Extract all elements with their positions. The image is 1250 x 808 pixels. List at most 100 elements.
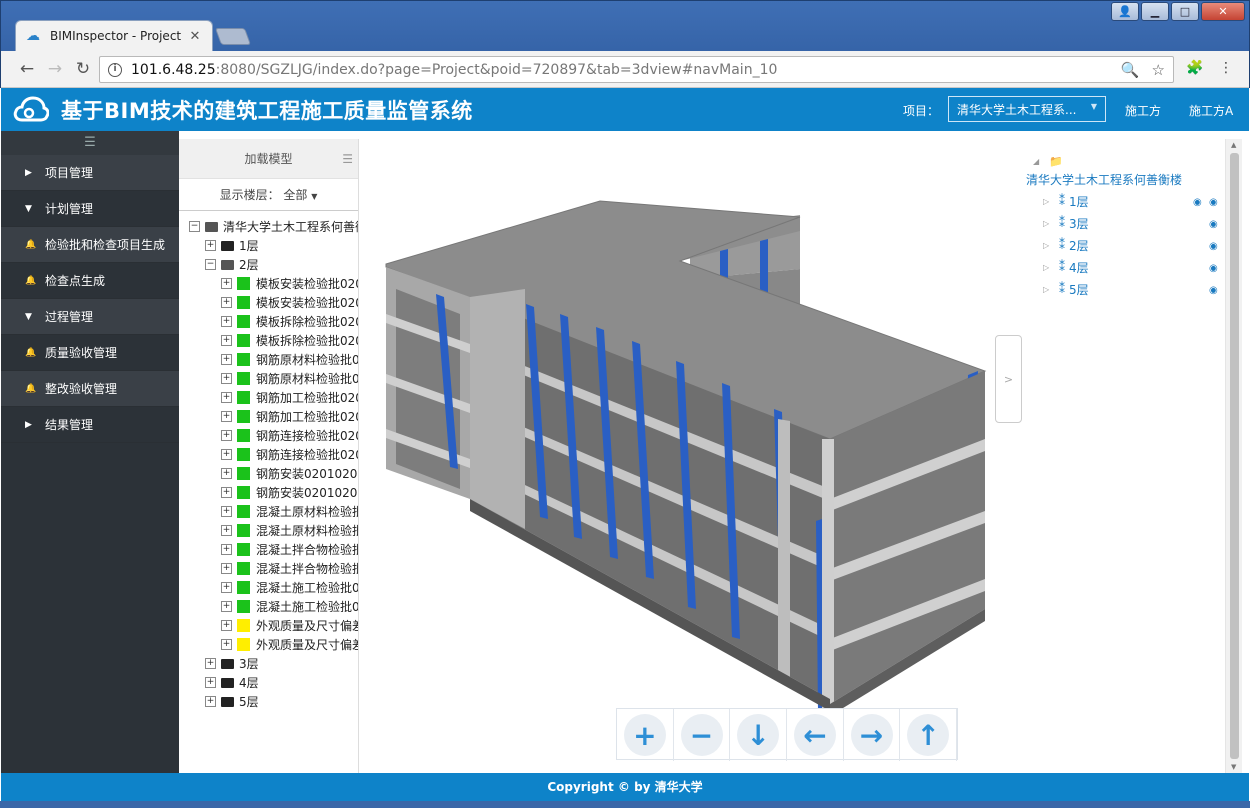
layer-item[interactable]: ▷ ⁑ 2层 ◉: [1023, 234, 1223, 256]
sidebar-item[interactable]: ▶ 项目管理: [1, 155, 179, 191]
sidebar-item[interactable]: ▶ 结果管理: [1, 407, 179, 443]
tree-batch-node[interactable]: + 混凝土施工检验批0: [179, 578, 358, 597]
new-tab-button[interactable]: [214, 28, 252, 45]
expand-icon[interactable]: +: [221, 487, 232, 498]
caret-right-icon[interactable]: ▷: [1043, 197, 1053, 206]
tree-floor-node[interactable]: +3层: [179, 654, 358, 673]
tree-batch-node[interactable]: + 外观质量及尺寸偏差: [179, 616, 358, 635]
bookmark-star-icon[interactable]: ☆: [1152, 61, 1165, 79]
close-window-button[interactable]: ✕: [1201, 2, 1245, 21]
sidebar-item[interactable]: ▼ 计划管理: [1, 191, 179, 227]
expand-icon[interactable]: +: [221, 430, 232, 441]
3d-viewer[interactable]: [360, 139, 989, 773]
expand-icon[interactable]: +: [221, 411, 232, 422]
expand-icon[interactable]: +: [221, 582, 232, 593]
tree-batch-node[interactable]: + 钢筋原材料检验批0: [179, 369, 358, 388]
panel-menu-icon[interactable]: ☰: [342, 139, 353, 179]
sidebar-toggle-icon[interactable]: ☰: [1, 131, 179, 155]
scroll-up-icon[interactable]: ▲: [1231, 141, 1236, 149]
expand-icon[interactable]: +: [221, 354, 232, 365]
eye-icon[interactable]: ◉: [1209, 285, 1223, 296]
tree-batch-node[interactable]: + 混凝土拌合物检验批: [179, 540, 358, 559]
expand-icon[interactable]: +: [221, 639, 232, 650]
caret-right-icon[interactable]: ▷: [1043, 285, 1053, 294]
sidebar-item[interactable]: 🔔 整改验收管理: [1, 371, 179, 407]
expand-icon[interactable]: +: [205, 696, 216, 707]
expand-icon[interactable]: +: [221, 544, 232, 555]
expand-icon[interactable]: +: [205, 658, 216, 669]
expand-icon[interactable]: +: [221, 620, 232, 631]
org-link[interactable]: 施工方: [1125, 102, 1161, 119]
expand-icon[interactable]: +: [221, 297, 232, 308]
collapse-icon[interactable]: −: [189, 221, 200, 232]
forward-arrow-icon[interactable]: →: [45, 59, 65, 79]
address-bar[interactable]: i 101.6.48.25 :8080/SGZLJG/index.do?page…: [99, 56, 1174, 83]
close-tab-icon[interactable]: ✕: [188, 29, 202, 44]
expand-icon[interactable]: +: [221, 525, 232, 536]
user-link[interactable]: 施工方A: [1189, 102, 1233, 119]
tree-floor-node[interactable]: +1层: [179, 236, 358, 255]
collapse-panel-button[interactable]: >: [995, 335, 1022, 423]
scroll-down-icon[interactable]: ▼: [1231, 763, 1236, 771]
zoom-out-button[interactable]: −: [674, 709, 731, 761]
expand-icon[interactable]: +: [221, 449, 232, 460]
tree-batch-node[interactable]: + 模板安装检验批020: [179, 293, 358, 312]
eye-icon[interactable]: ◉: [1193, 197, 1207, 208]
expand-icon[interactable]: +: [221, 601, 232, 612]
expand-icon[interactable]: +: [221, 278, 232, 289]
eye-icon[interactable]: ◉: [1209, 219, 1223, 230]
caret-right-icon[interactable]: ▷: [1043, 263, 1053, 272]
move-left-button[interactable]: ←: [787, 709, 844, 761]
caret-right-icon[interactable]: ▷: [1043, 219, 1053, 228]
building-model-render[interactable]: [360, 139, 989, 773]
expand-icon[interactable]: +: [221, 506, 232, 517]
eye-icon[interactable]: ◉: [1209, 241, 1223, 252]
expand-icon[interactable]: +: [221, 563, 232, 574]
tree-batch-node[interactable]: + 钢筋安装02010204: [179, 483, 358, 502]
move-up-button[interactable]: ↑: [900, 709, 958, 761]
extension-icon[interactable]: 🧩: [1186, 60, 1204, 78]
tree-batch-node[interactable]: + 混凝土原材料检验批: [179, 502, 358, 521]
layer-item[interactable]: ▷ ⁑ 1层 ◉ ◉: [1023, 190, 1223, 212]
tree-batch-node[interactable]: + 钢筋连接检验批020: [179, 445, 358, 464]
tree-batch-node[interactable]: + 外观质量及尺寸偏差: [179, 635, 358, 654]
move-down-button[interactable]: ↓: [730, 709, 788, 761]
vertical-scrollbar[interactable]: ▲ ▼: [1225, 139, 1242, 773]
sidebar-item[interactable]: 🔔 质量验收管理: [1, 335, 179, 371]
expand-icon[interactable]: +: [221, 373, 232, 384]
tree-batch-node[interactable]: + 钢筋加工检验批020: [179, 388, 358, 407]
minimize-button[interactable]: ▁: [1141, 2, 1169, 21]
browser-tab[interactable]: ☁ BIMInspector - Project ✕: [15, 20, 213, 51]
tree-batch-node[interactable]: + 钢筋安装02010204: [179, 464, 358, 483]
reload-icon[interactable]: ↻: [73, 59, 93, 79]
zoom-magnifier-icon[interactable]: 🔍: [1121, 61, 1140, 79]
sidebar-item[interactable]: 🔔 检验批和检查项目生成: [1, 227, 179, 263]
sidebar-item[interactable]: ▼ 过程管理: [1, 299, 179, 335]
move-right-button[interactable]: →: [844, 709, 901, 761]
expand-icon[interactable]: +: [221, 316, 232, 327]
collapse-icon[interactable]: −: [205, 259, 216, 270]
tree-batch-node[interactable]: + 模板拆除检验批020: [179, 312, 358, 331]
tree-floor-node[interactable]: − 2层: [179, 255, 358, 274]
load-model-button[interactable]: 加载模型 ☰: [179, 139, 358, 179]
tree-batch-node[interactable]: + 钢筋加工检验批020: [179, 407, 358, 426]
tree-batch-node[interactable]: + 钢筋原材料检验批0: [179, 350, 358, 369]
eye-icon[interactable]: ◉: [1209, 263, 1223, 274]
scrollbar-thumb[interactable]: [1230, 153, 1239, 759]
tree-batch-node[interactable]: + 混凝土施工检验批0: [179, 597, 358, 616]
tree-floor-node[interactable]: +5层: [179, 692, 358, 711]
floor-filter[interactable]: 显示楼层： 全部 ▼: [179, 179, 358, 211]
tree-batch-node[interactable]: + 模板拆除检验批020: [179, 331, 358, 350]
expand-icon[interactable]: +: [205, 240, 216, 251]
layer-root-toggle[interactable]: ◢ 📁: [1023, 154, 1223, 168]
menu-kebab-icon[interactable]: ⋮: [1217, 60, 1235, 78]
tree-floor-node[interactable]: +4层: [179, 673, 358, 692]
caret-right-icon[interactable]: ▷: [1043, 241, 1053, 250]
tree-batch-node[interactable]: + 混凝土拌合物检验批: [179, 559, 358, 578]
layer-item[interactable]: ▷ ⁑ 4层 ◉: [1023, 256, 1223, 278]
layer-root-label[interactable]: 清华大学土木工程系何善衡楼: [1023, 168, 1223, 190]
tree-root-node[interactable]: − 清华大学土木工程系何善衡: [179, 217, 358, 236]
expand-icon[interactable]: +: [205, 677, 216, 688]
expand-icon[interactable]: +: [221, 335, 232, 346]
zoom-in-button[interactable]: +: [617, 709, 674, 761]
